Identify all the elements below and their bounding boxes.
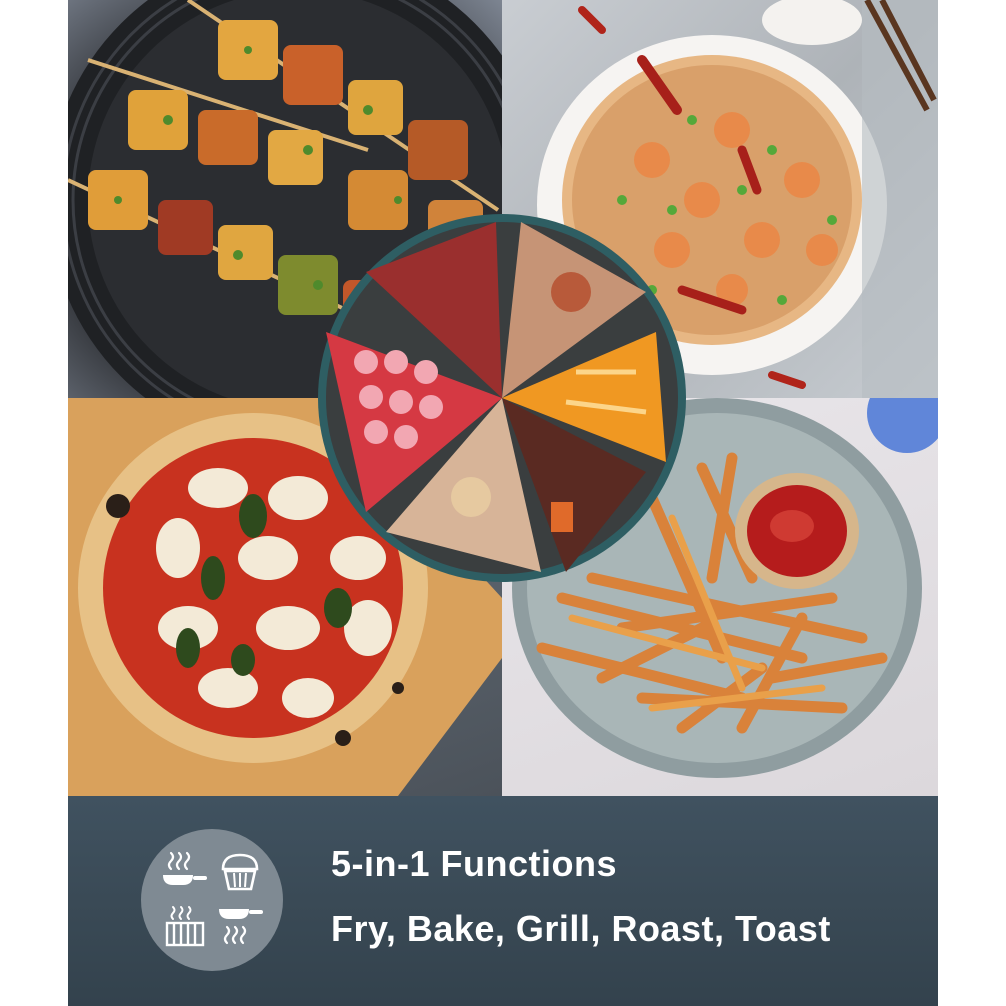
pan-heat-icon xyxy=(219,909,263,945)
grill-icon xyxy=(165,906,205,947)
banner-headline: 5-in-1 Functions xyxy=(331,843,617,884)
product-feature-image: 5-in-1 Functions Fry, Bake, Grill, Roast… xyxy=(0,0,1006,1006)
muffin-icon xyxy=(221,853,259,891)
cake-slices-photo xyxy=(316,212,688,584)
functions-icon-badge xyxy=(141,829,283,971)
pan-steam-icon xyxy=(163,851,207,885)
banner-functions-list: Fry, Bake, Grill, Roast, Toast xyxy=(331,908,831,949)
